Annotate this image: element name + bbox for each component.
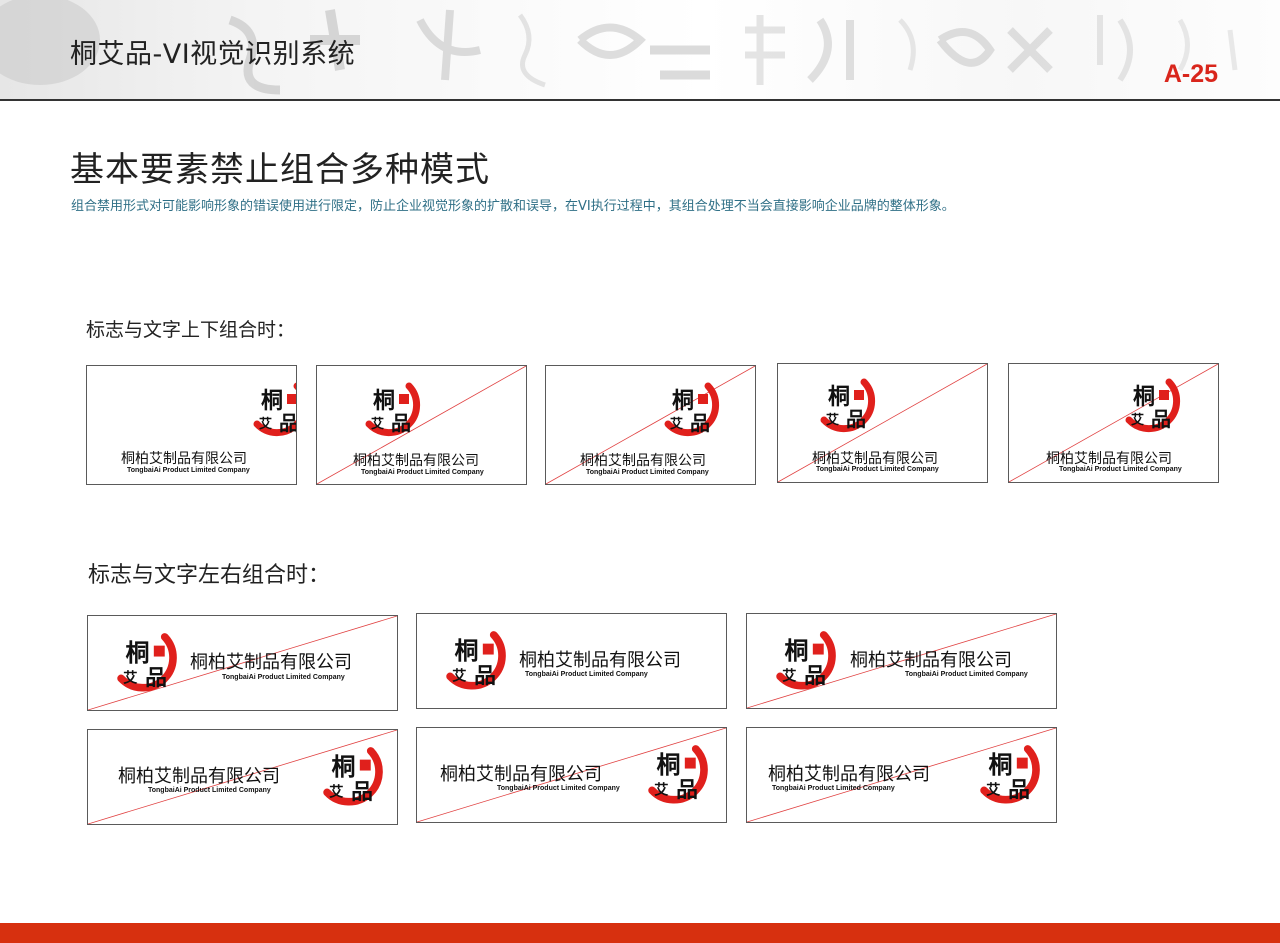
- logo-character: 艾: [452, 668, 467, 685]
- logo-seal: [153, 645, 165, 657]
- logo-character: 艾: [259, 416, 272, 432]
- company-name-cn: 桐柏艾制品有限公司: [850, 650, 1012, 671]
- company-name-cn: 桐柏艾制品有限公司: [1046, 451, 1172, 467]
- logo-seal: [1016, 757, 1028, 769]
- vertical-combo-card-4: 桐艾品 桐柏艾制品有限公司 TongbaiAi Product Limited …: [777, 363, 988, 483]
- logo-character: 艾: [670, 416, 683, 432]
- logo-character: 艾: [782, 668, 797, 685]
- logo-character: 品: [1008, 778, 1030, 803]
- company-name-cn: 桐柏艾制品有限公司: [190, 652, 352, 673]
- logo-seal: [684, 757, 696, 769]
- logo-icon: 桐艾品: [664, 382, 720, 437]
- section-label-vertical: 标志与文字上下组合时：: [86, 319, 296, 341]
- page-number: A-25: [1163, 60, 1218, 88]
- logo-character: 艾: [654, 782, 669, 799]
- logo-character: 桐: [454, 636, 478, 665]
- company-name-cn: 桐柏艾制品有限公司: [812, 451, 938, 467]
- logo-character: 桐: [125, 638, 149, 667]
- horizontal-combo-card-2: 桐艾品 桐柏艾制品有限公司 TongbaiAi Product Limited …: [416, 613, 727, 709]
- company-name-cn: 桐柏艾制品有限公司: [353, 453, 479, 469]
- logo-character: 桐: [988, 750, 1012, 779]
- logo-icon: 桐艾品: [446, 631, 506, 690]
- logo-character: 艾: [123, 670, 138, 687]
- logo-character: 品: [391, 411, 411, 435]
- logo-character: 品: [474, 664, 496, 689]
- logo-character: 品: [846, 407, 866, 431]
- logo-seal: [1159, 390, 1169, 400]
- logo-seal: [812, 643, 824, 655]
- logo-character: 桐: [331, 752, 355, 781]
- company-name-cn: 桐柏艾制品有限公司: [768, 764, 930, 785]
- company-name-en: TongbaiAi Product Limited Company: [361, 469, 484, 476]
- company-name-en: TongbaiAi Product Limited Company: [772, 785, 895, 792]
- horizontal-combo-card-3: 桐艾品 桐柏艾制品有限公司 TongbaiAi Product Limited …: [746, 613, 1057, 709]
- logo-seal: [287, 394, 296, 404]
- logo-icon: 桐艾品: [117, 633, 177, 692]
- logo-icon: 桐艾品: [1125, 378, 1181, 433]
- vertical-combo-card-1: 桐艾品 桐柏艾制品有限公司 TongbaiAi Product Limited …: [86, 365, 297, 485]
- logo-character: 艾: [1131, 412, 1144, 428]
- logo-icon: 桐艾品: [820, 378, 876, 433]
- logo-character: 品: [1151, 407, 1171, 431]
- company-name-en: TongbaiAi Product Limited Company: [222, 674, 345, 681]
- horizontal-combo-card-6: 桐艾品 桐柏艾制品有限公司 TongbaiAi Product Limited …: [746, 727, 1057, 823]
- logo-icon: 桐艾品: [323, 747, 383, 806]
- vertical-combo-card-3: 桐艾品 桐柏艾制品有限公司 TongbaiAi Product Limited …: [545, 365, 756, 485]
- footer-bar: [0, 923, 1280, 943]
- logo-character: 品: [279, 411, 297, 435]
- header-banner: 桐艾品-VI视觉识别系统 A-25: [0, 0, 1280, 100]
- logo-character: 品: [804, 664, 826, 689]
- page-title: 基本要素禁止组合多种模式: [70, 150, 490, 190]
- logo-character: 桐: [656, 750, 680, 779]
- company-name-en: TongbaiAi Product Limited Company: [905, 671, 1028, 678]
- logo-seal: [359, 759, 371, 771]
- company-name-en: TongbaiAi Product Limited Company: [127, 467, 250, 474]
- logo-character: 艾: [826, 412, 839, 428]
- logo-icon: 桐艾品: [648, 745, 708, 804]
- logo-icon: 桐艾品: [776, 631, 836, 690]
- logo-seal: [399, 394, 409, 404]
- logo-seal: [698, 394, 708, 404]
- horizontal-combo-card-4: 桐艾品 桐柏艾制品有限公司 TongbaiAi Product Limited …: [87, 729, 398, 825]
- logo-seal: [854, 390, 864, 400]
- company-name-cn: 桐柏艾制品有限公司: [118, 766, 280, 787]
- logo-seal: [482, 643, 494, 655]
- logo-character: 品: [351, 780, 373, 805]
- section-label-horizontal: 标志与文字左右组合时：: [88, 563, 331, 588]
- logo-character: 艾: [986, 782, 1001, 799]
- logo-icon: 桐艾品: [980, 745, 1040, 804]
- company-name-en: TongbaiAi Product Limited Company: [816, 466, 939, 473]
- page-subtitle: 组合禁用形式对可能影响形象的错误使用进行限定，防止企业视觉形象的扩散和误导，在V…: [71, 199, 955, 214]
- header-divider: [0, 99, 1280, 101]
- company-name-en: TongbaiAi Product Limited Company: [148, 787, 271, 794]
- logo-character: 桐: [784, 636, 808, 665]
- company-name-cn: 桐柏艾制品有限公司: [519, 650, 681, 671]
- logo-character: 艾: [329, 784, 344, 801]
- horizontal-combo-card-5: 桐艾品 桐柏艾制品有限公司 TongbaiAi Product Limited …: [416, 727, 727, 823]
- logo-character: 艾: [371, 416, 384, 432]
- logo-icon: 桐艾品: [253, 382, 297, 437]
- company-name-en: TongbaiAi Product Limited Company: [1059, 466, 1182, 473]
- logo-icon: 桐艾品: [365, 382, 421, 437]
- document-title: 桐艾品-VI视觉识别系统: [70, 39, 356, 70]
- logo-character: 品: [690, 411, 710, 435]
- logo-character: 品: [676, 778, 698, 803]
- company-name-en: TongbaiAi Product Limited Company: [586, 469, 709, 476]
- company-name-cn: 桐柏艾制品有限公司: [121, 451, 247, 467]
- company-name-cn: 桐柏艾制品有限公司: [440, 764, 602, 785]
- horizontal-combo-card-1: 桐艾品 桐柏艾制品有限公司 TongbaiAi Product Limited …: [87, 615, 398, 711]
- company-name-en: TongbaiAi Product Limited Company: [497, 785, 620, 792]
- logo-character: 品: [145, 666, 167, 691]
- company-name-en: TongbaiAi Product Limited Company: [525, 671, 648, 678]
- company-name-cn: 桐柏艾制品有限公司: [580, 453, 706, 469]
- vertical-combo-card-2: 桐艾品 桐柏艾制品有限公司 TongbaiAi Product Limited …: [316, 365, 527, 485]
- vertical-combo-card-5: 桐艾品 桐柏艾制品有限公司 TongbaiAi Product Limited …: [1008, 363, 1219, 483]
